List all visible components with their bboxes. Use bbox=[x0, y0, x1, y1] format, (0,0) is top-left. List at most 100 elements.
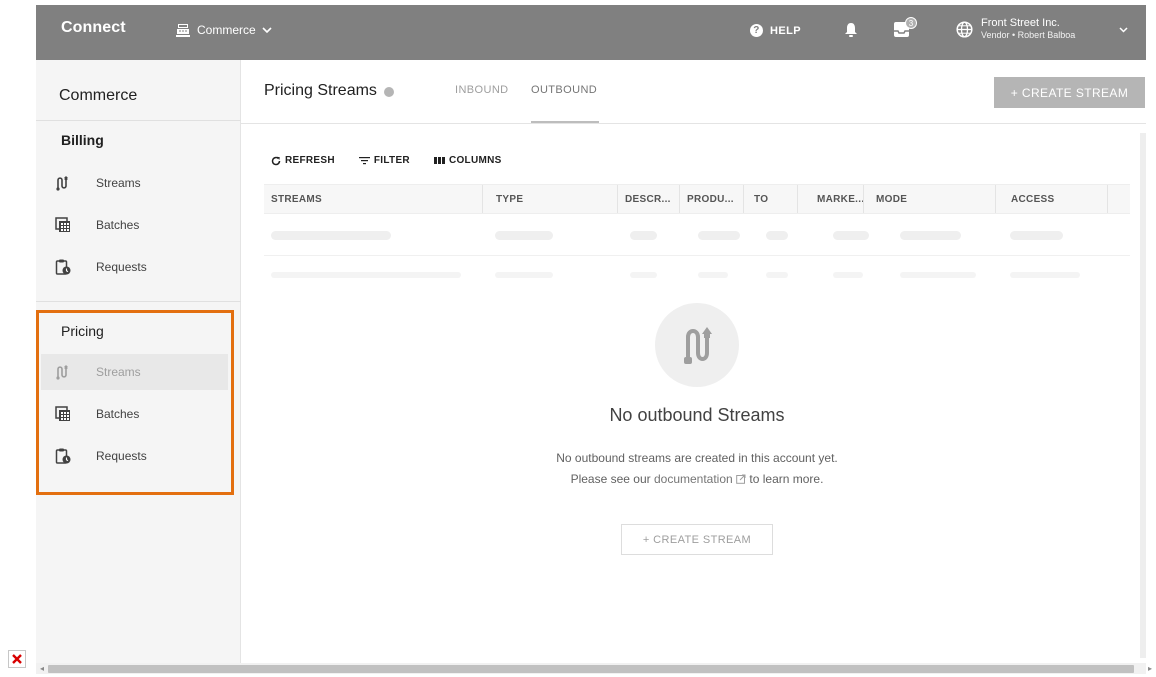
sidebar-item-label: Batches bbox=[96, 407, 140, 421]
scroll-right-arrow-icon[interactable]: ▸ bbox=[1148, 664, 1152, 673]
empty-state-help-line: Please see our documentation to learn mo… bbox=[447, 472, 947, 486]
tab-inbound[interactable]: INBOUND bbox=[455, 84, 509, 96]
skeleton-bar bbox=[495, 231, 553, 240]
account-switcher[interactable]: Front Street Inc. Vendor • Robert Balboa bbox=[981, 18, 1075, 40]
help-icon: ? bbox=[750, 24, 763, 37]
column-header-description[interactable]: DESCR... bbox=[618, 185, 680, 213]
account-name: Front Street Inc. bbox=[981, 17, 1060, 29]
create-stream-button[interactable]: + CREATE STREAM bbox=[994, 77, 1145, 108]
streams-icon bbox=[56, 176, 68, 191]
filter-icon bbox=[358, 157, 370, 165]
sidebar-item-label: Requests bbox=[96, 449, 147, 463]
active-tab-indicator bbox=[531, 121, 599, 123]
sidebar-item-label: Streams bbox=[96, 365, 141, 379]
create-stream-empty-button[interactable]: + CREATE STREAM bbox=[621, 524, 773, 555]
module-label: Commerce bbox=[197, 23, 256, 37]
sidebar-item-pricing-requests[interactable]: Requests bbox=[36, 438, 228, 474]
skeleton-bar bbox=[766, 272, 788, 278]
refresh-label: REFRESH bbox=[285, 155, 335, 166]
help-label: HELP bbox=[770, 24, 801, 37]
notifications-button[interactable]: 3 bbox=[893, 17, 917, 44]
top-bar: Connect Commerce ? HELP 3 Front Street I… bbox=[36, 5, 1146, 60]
columns-button[interactable]: COLUMNS bbox=[433, 155, 502, 166]
brand-logo[interactable]: Connect bbox=[61, 19, 126, 37]
empty-state-description: No outbound streams are created in this … bbox=[556, 451, 838, 465]
skeleton-bar bbox=[698, 272, 728, 278]
sidebar-item-billing-requests[interactable]: Requests bbox=[36, 249, 228, 285]
help-text-suffix: to learn more. bbox=[749, 472, 824, 486]
skeleton-bar bbox=[833, 231, 869, 240]
info-icon[interactable] bbox=[383, 87, 394, 97]
columns-icon bbox=[433, 157, 445, 164]
sidebar: Commerce Billing Streams Batches Request… bbox=[36, 60, 241, 663]
column-header-streams[interactable]: STREAMS bbox=[264, 185, 483, 213]
app-window: Connect Commerce ? HELP 3 Front Street I… bbox=[36, 5, 1146, 663]
sidebar-group-pricing: Pricing bbox=[61, 323, 104, 339]
divider bbox=[36, 120, 241, 121]
column-header-product[interactable]: PRODU... bbox=[680, 185, 744, 213]
refresh-button[interactable]: REFRESH bbox=[271, 155, 335, 166]
sidebar-item-billing-streams[interactable]: Streams bbox=[36, 165, 228, 201]
globe-icon[interactable] bbox=[956, 21, 973, 38]
skeleton-bar bbox=[1010, 231, 1063, 240]
table-row-placeholder bbox=[264, 214, 1130, 256]
batches-icon bbox=[55, 406, 70, 421]
horizontal-scrollbar-thumb[interactable] bbox=[48, 665, 1134, 673]
sidebar-item-pricing-streams[interactable]: Streams bbox=[41, 354, 228, 390]
page-title-text: Pricing Streams bbox=[264, 82, 377, 99]
chevron-down-icon bbox=[262, 27, 272, 33]
help-button[interactable]: ? HELP bbox=[750, 24, 801, 37]
empty-state-title: No outbound Streams bbox=[609, 405, 785, 425]
column-header-access[interactable]: ACCESS bbox=[996, 185, 1108, 213]
skeleton-bar bbox=[630, 231, 657, 240]
sidebar-item-pricing-batches[interactable]: Batches bbox=[36, 396, 228, 432]
register-icon bbox=[176, 23, 190, 37]
filter-button[interactable]: FILTER bbox=[358, 155, 410, 166]
sidebar-item-billing-batches[interactable]: Batches bbox=[36, 207, 228, 243]
sidebar-group-billing: Billing bbox=[61, 132, 104, 148]
skeleton-bar bbox=[900, 272, 976, 278]
column-header-mode[interactable]: MODE bbox=[864, 185, 996, 213]
documentation-link-label: documentation bbox=[653, 472, 733, 486]
column-header-marketplace[interactable]: MARKE... bbox=[798, 185, 864, 213]
sidebar-item-label: Batches bbox=[96, 218, 140, 232]
table-toolbar: REFRESH FILTER COLUMNS bbox=[271, 155, 526, 166]
content-header: Pricing Streams INBOUND OUTBOUND + CREAT… bbox=[241, 60, 1146, 124]
chevron-down-icon[interactable] bbox=[1119, 27, 1128, 33]
close-icon bbox=[12, 654, 22, 664]
scroll-left-arrow-icon[interactable]: ◂ bbox=[40, 664, 44, 673]
documentation-link[interactable]: documentation bbox=[654, 472, 746, 486]
sidebar-item-label: Streams bbox=[96, 176, 141, 190]
column-header-to[interactable]: TO bbox=[744, 185, 798, 213]
vertical-scrollbar[interactable] bbox=[1140, 133, 1146, 658]
filter-label: FILTER bbox=[373, 155, 410, 166]
table-row-placeholder bbox=[264, 257, 1130, 299]
tab-outbound[interactable]: OUTBOUND bbox=[531, 84, 597, 96]
requests-icon bbox=[55, 259, 71, 275]
skeleton-bar bbox=[833, 272, 863, 278]
requests-icon bbox=[55, 448, 71, 464]
skeleton-bar bbox=[630, 272, 657, 278]
skeleton-bar bbox=[766, 231, 788, 240]
skeleton-bar bbox=[271, 272, 461, 278]
empty-state-illustration bbox=[655, 303, 739, 387]
batches-icon bbox=[55, 217, 70, 232]
skeleton-bar bbox=[495, 272, 553, 278]
skeleton-bar bbox=[698, 231, 740, 240]
streams-icon bbox=[56, 365, 68, 380]
account-role: Vendor • Robert Balboa bbox=[981, 30, 1076, 40]
external-link-icon bbox=[736, 474, 746, 484]
page-title: Pricing Streams bbox=[264, 82, 394, 100]
table-header: STREAMS TYPE DESCR... PRODU... TO MARKE.… bbox=[264, 184, 1130, 214]
help-text-prefix: Please see our bbox=[570, 472, 651, 486]
columns-label: COLUMNS bbox=[448, 155, 502, 166]
bell-icon[interactable] bbox=[844, 22, 858, 38]
notifications-badge: 3 bbox=[905, 17, 917, 29]
sidebar-item-label: Requests bbox=[96, 260, 147, 274]
module-switcher[interactable]: Commerce bbox=[176, 23, 279, 37]
column-header-type[interactable]: TYPE bbox=[483, 185, 618, 213]
skeleton-bar bbox=[1010, 272, 1080, 278]
refresh-icon bbox=[271, 156, 281, 165]
skeleton-bar bbox=[900, 231, 961, 240]
sidebar-title: Commerce bbox=[59, 87, 138, 104]
